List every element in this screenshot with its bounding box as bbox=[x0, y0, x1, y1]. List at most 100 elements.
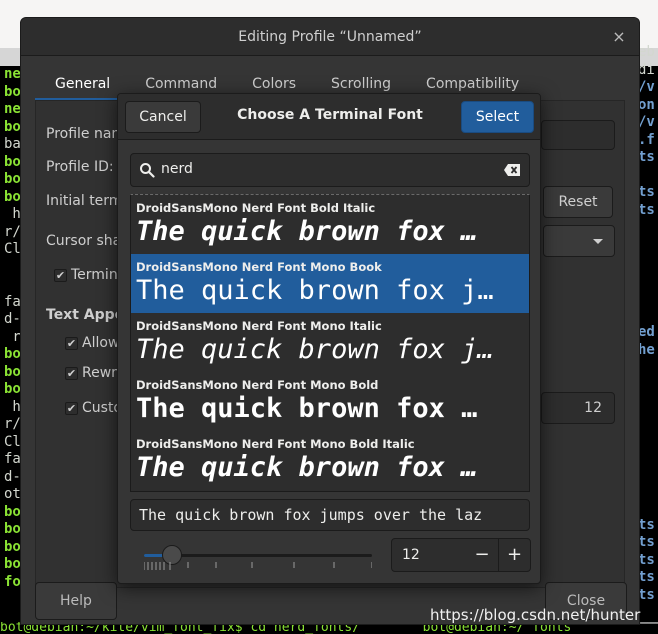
terminal-line: /v bbox=[638, 79, 655, 95]
decrease-size-button[interactable]: − bbox=[466, 539, 498, 571]
terminal-line: bo bbox=[4, 346, 21, 362]
terminal-line: he bbox=[638, 341, 655, 358]
font-chooser-dialog: Cancel Choose A Terminal Font Select ner… bbox=[117, 93, 541, 584]
terminal-line: Cl bbox=[4, 433, 21, 450]
terminal-line: r/ bbox=[4, 223, 21, 240]
terminal-text-left: ne bo ne bo ba bo bo bo h r/Cl fa d- r bo bo bo h r/C… bbox=[4, 66, 21, 591]
font-list-item[interactable]: DroidSansMono Nerd Font Mono Italic The … bbox=[131, 313, 529, 372]
custom-font-label: Custo bbox=[82, 400, 122, 416]
terminal-line: bo bbox=[4, 171, 21, 187]
terminal-line: ot bbox=[4, 486, 21, 502]
increase-size-button[interactable]: + bbox=[498, 539, 530, 571]
allow-blinking-label: Allow bbox=[82, 335, 120, 351]
terminal-line: ed bbox=[638, 324, 655, 340]
terminal-line: bo bbox=[4, 556, 21, 572]
terminal-line: .f bbox=[638, 131, 655, 148]
font-name: DroidSansMono Nerd Font Mono Bold Italic bbox=[136, 437, 415, 451]
font-chooser-header: Cancel Choose A Terminal Font Select bbox=[118, 94, 540, 140]
chevron-down-icon bbox=[593, 239, 603, 244]
terminal-line: ts bbox=[638, 149, 655, 165]
font-size-spin-value: 12 bbox=[402, 547, 420, 563]
reset-button[interactable]: Reset bbox=[543, 186, 613, 218]
tab-general[interactable]: General bbox=[35, 70, 126, 100]
profile-id-label: Profile ID: bbox=[46, 159, 114, 175]
terminal-line: ts bbox=[638, 516, 655, 533]
select-button[interactable]: Select bbox=[461, 101, 534, 133]
font-name: DroidSansMono Nerd Font Mono Italic bbox=[136, 319, 382, 333]
font-list-item-selected[interactable]: DroidSansMono Nerd Font Mono Book The qu… bbox=[131, 254, 529, 313]
terminal-line: ts bbox=[638, 586, 655, 603]
terminal-line: bo bbox=[4, 363, 21, 380]
terminal-line: ts bbox=[638, 569, 655, 585]
terminal-line: bo bbox=[4, 503, 21, 520]
font-preview: The quick brown fox … bbox=[136, 393, 478, 424]
terminal-line: fa bbox=[4, 451, 21, 467]
terminal-line: fa bbox=[4, 293, 21, 310]
font-list: DroidSansMono Nerd Font Bold Italic The … bbox=[130, 194, 530, 492]
terminal-line: eb bbox=[638, 44, 655, 60]
terminal-line: ne bbox=[4, 66, 21, 82]
font-preview: The quick brown fox j… bbox=[136, 334, 494, 365]
terminal-line: bo bbox=[4, 521, 21, 537]
terminal-line: ne bbox=[4, 101, 21, 117]
preview-text-value: The quick brown fox jumps over the laz bbox=[139, 506, 483, 524]
terminal-line: bo bbox=[4, 381, 21, 397]
font-chooser-title: Choose A Terminal Font bbox=[237, 107, 423, 123]
terminal-line: d- bbox=[4, 311, 21, 327]
terminal-line: di bbox=[638, 61, 655, 78]
terminal-line: bo bbox=[4, 538, 21, 555]
font-size-spinbutton[interactable]: 12 − + bbox=[391, 538, 531, 572]
terminal-line: Cl bbox=[4, 241, 21, 257]
font-name: DroidSansMono Nerd Font Mono Bold bbox=[136, 378, 379, 392]
terminal-line: bo bbox=[4, 118, 21, 135]
rewrap-checkbox[interactable]: ✔ bbox=[65, 367, 78, 380]
terminal-line: on bbox=[638, 96, 655, 113]
font-preview: The quick brown fox j… bbox=[136, 275, 494, 306]
font-search-input[interactable]: nerd bbox=[130, 153, 530, 187]
allow-blinking-checkbox[interactable]: ✔ bbox=[65, 337, 78, 350]
font-search-value: nerd bbox=[161, 161, 193, 177]
profile-dialog-header: Editing Profile “Unnamed” × bbox=[21, 18, 639, 56]
terminal-bell-checkbox[interactable]: ✔ bbox=[54, 269, 67, 282]
custom-font-checkbox[interactable]: ✔ bbox=[65, 402, 78, 415]
terminal-line: ba bbox=[4, 136, 21, 152]
font-size-field[interactable]: 12 bbox=[541, 392, 615, 424]
profile-name-label: Profile nam bbox=[46, 126, 126, 142]
watermark: https://blog.csdn.net/hunter___ bbox=[430, 606, 658, 624]
terminal-line: bo bbox=[4, 153, 21, 170]
terminal-text-right: eb di/v on/v .f ts ts ts ed he ts ts ts ts ts bbox=[638, 44, 655, 604]
search-icon bbox=[140, 163, 155, 178]
initial-terminal-size-label: Initial termi bbox=[46, 193, 127, 209]
font-preview: The quick brown fox … bbox=[136, 452, 478, 483]
close-icon[interactable]: × bbox=[609, 27, 629, 46]
terminal-line: bo bbox=[4, 83, 21, 100]
clear-text-icon[interactable] bbox=[503, 163, 521, 177]
font-preview: The quick brown fox … bbox=[136, 216, 478, 247]
font-size-value: 12 bbox=[584, 400, 602, 416]
terminal-line: r bbox=[4, 328, 21, 345]
font-name: DroidSansMono Nerd Font Bold Italic bbox=[136, 201, 376, 215]
help-button[interactable]: Help bbox=[35, 582, 117, 620]
font-list-item[interactable]: DroidSansMono Nerd Font Bold Italic The … bbox=[131, 195, 529, 254]
font-list-item[interactable]: DroidSansMono Nerd Font Mono Bold Italic… bbox=[131, 431, 529, 490]
terminal-line: ts bbox=[638, 551, 655, 568]
cancel-button[interactable]: Cancel bbox=[125, 101, 201, 133]
preview-text-input[interactable]: The quick brown fox jumps over the laz bbox=[130, 499, 530, 531]
cursor-shape-dropdown[interactable] bbox=[543, 225, 615, 257]
font-list-item[interactable]: DroidSansMono Nerd Font Mono Bold The qu… bbox=[131, 372, 529, 431]
profile-name-input[interactable] bbox=[541, 120, 615, 150]
font-size-slider-ticks bbox=[144, 562, 372, 570]
